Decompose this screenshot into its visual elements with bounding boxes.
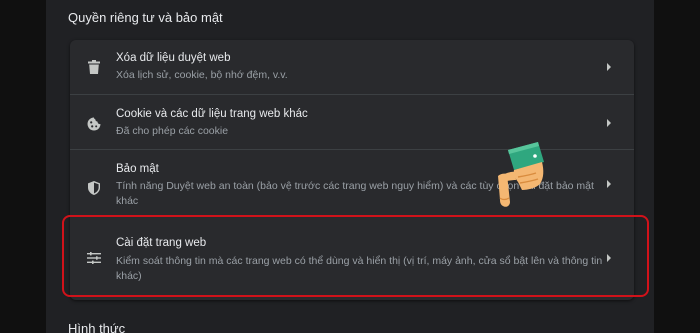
row-clear-browsing-data[interactable]: Xóa dữ liệu duyệt web Xóa lịch sử, cooki… bbox=[70, 40, 634, 94]
row-subtitle: Đã cho phép các cookie bbox=[116, 125, 229, 137]
section-title: Quyền riêng tư và bảo mật bbox=[68, 10, 223, 25]
chevron-right-icon bbox=[604, 118, 614, 128]
shield-icon bbox=[84, 178, 104, 198]
row-title: Bảo mật bbox=[116, 163, 159, 175]
row-subtitle: Xóa lịch sử, cookie, bộ nhớ đệm, v.v. bbox=[116, 69, 288, 81]
pointing-hand-icon bbox=[488, 140, 552, 210]
trash-icon bbox=[84, 57, 104, 77]
cookie-icon bbox=[84, 114, 104, 134]
row-title: Xóa dữ liệu duyệt web bbox=[116, 52, 231, 64]
row-title: Cookie và các dữ liệu trang web khác bbox=[116, 108, 308, 120]
chevron-right-icon bbox=[604, 179, 614, 189]
chevron-right-icon bbox=[604, 62, 614, 72]
highlight-box bbox=[62, 215, 649, 297]
next-section-title: Hình thức bbox=[68, 321, 126, 333]
